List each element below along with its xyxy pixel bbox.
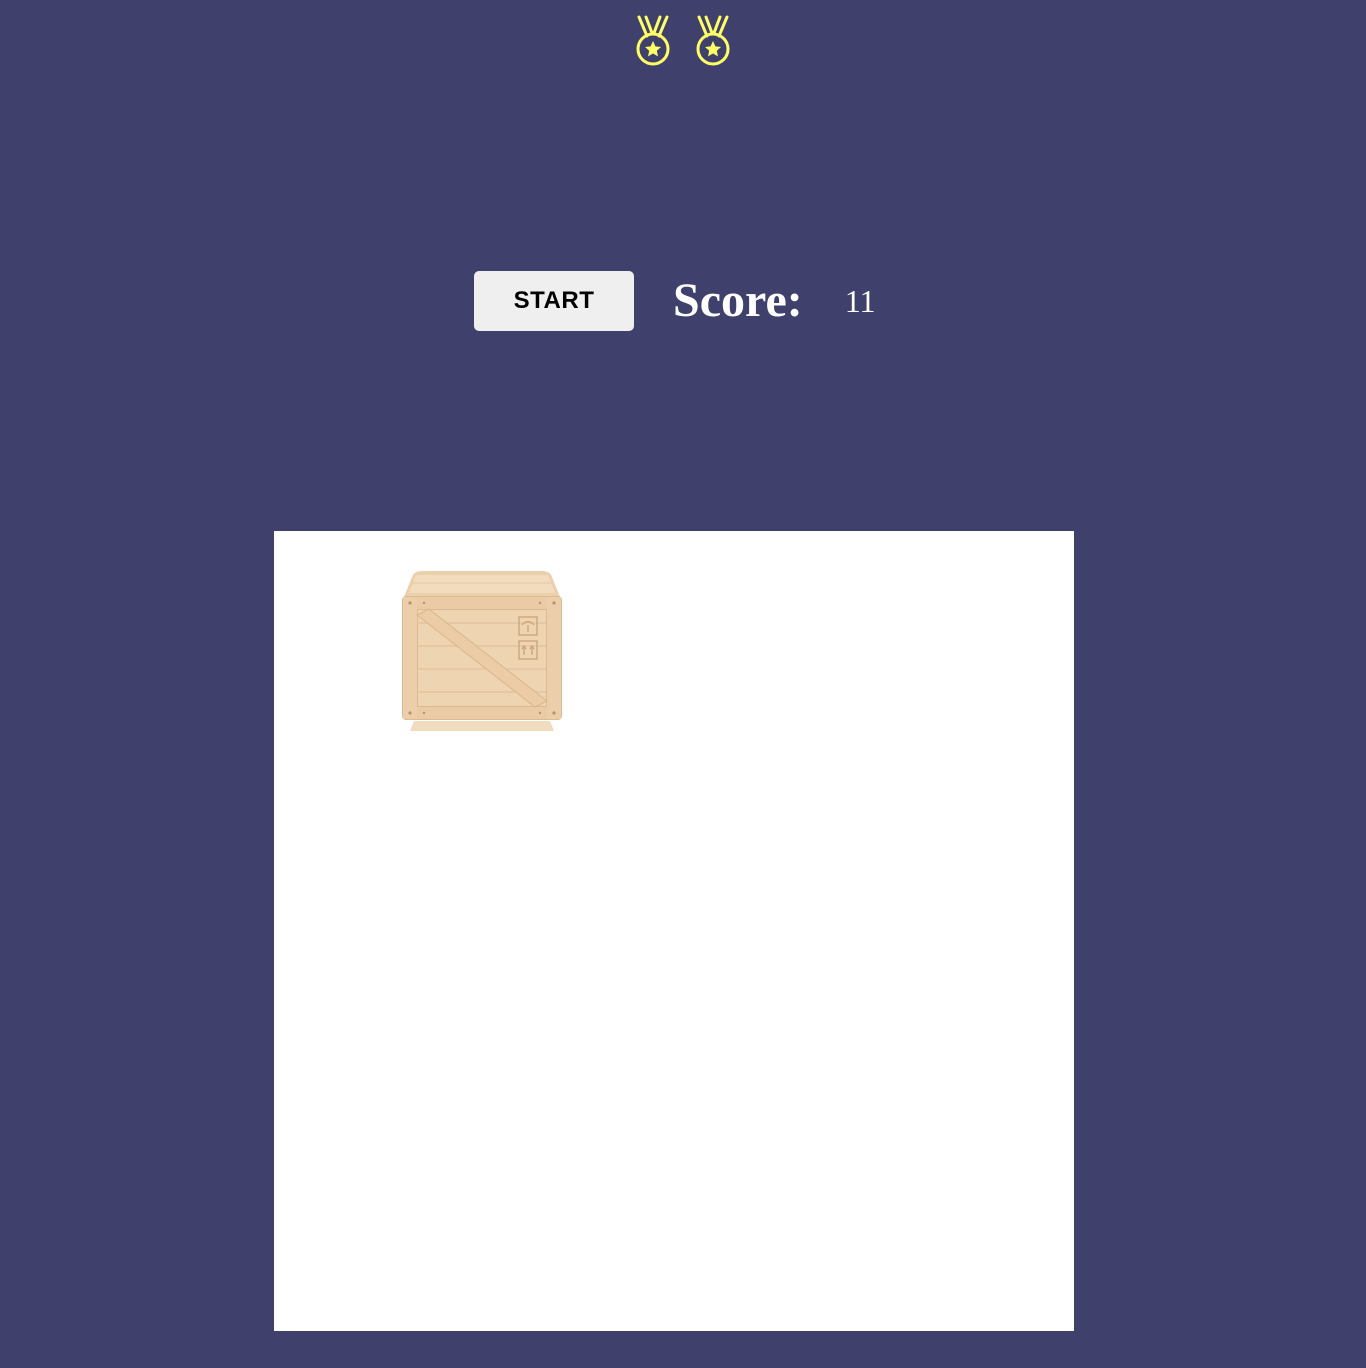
medal-icon [636,15,670,66]
wooden-crate-icon[interactable] [402,571,562,733]
game-board[interactable] [274,531,1074,1331]
score-label: Score: [673,274,803,327]
start-button[interactable]: START [474,271,634,331]
medal-row [0,14,1366,68]
game-controls: START Score: 11 [474,271,876,331]
score-value: 11 [844,283,876,319]
medal-icon [696,15,730,66]
